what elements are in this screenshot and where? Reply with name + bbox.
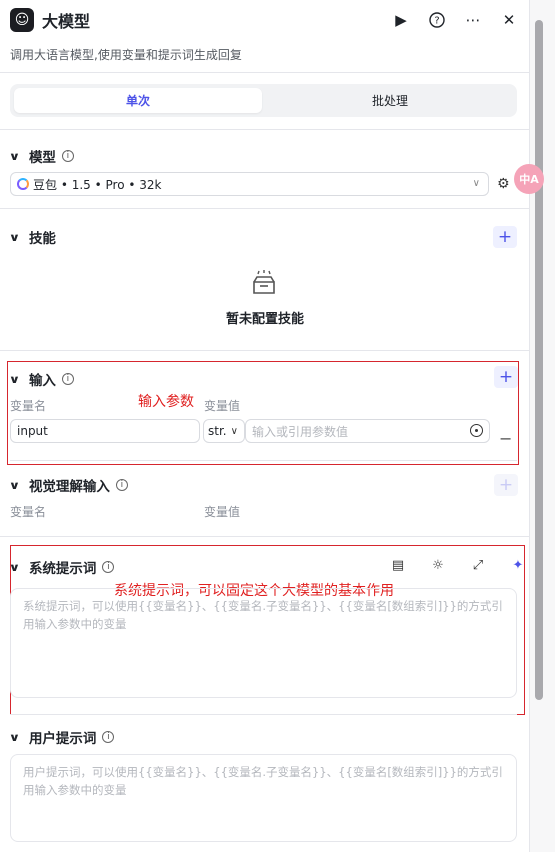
divider (10, 460, 517, 461)
section-title: 输入 (28, 373, 56, 389)
empty-box-icon (250, 270, 278, 296)
header-actions: ▶ ? ⋯ ✕ (392, 8, 518, 32)
model-select[interactable]: 豆包 • 1.5 • Pro • 32k ∨ (10, 172, 489, 196)
tab-single[interactable]: 单次 (14, 88, 262, 113)
column-header-value: 变量值 (204, 505, 241, 519)
page-title: 大模型 (42, 12, 91, 31)
divider (0, 208, 530, 209)
annotation-box-input (7, 361, 519, 465)
system-prompt-section-header[interactable]: ∨ 系统提示词 i (9, 557, 115, 577)
variable-name-input[interactable]: input (10, 419, 200, 443)
divider (0, 72, 530, 73)
node-description: 调用大语言模型,使用变量和提示词生成回复 (10, 48, 242, 62)
ai-optimize-icon[interactable]: ✦ (510, 557, 526, 573)
lightbulb-icon[interactable]: ☼ (430, 557, 446, 573)
prompt-toolbar: ▤ ☼ ⤢ ✦ (390, 557, 526, 573)
chevron-down-icon[interactable]: ∨ (9, 561, 21, 574)
vision-section-header[interactable]: ∨ 视觉理解输入 i (9, 475, 128, 495)
doubao-logo-icon (17, 178, 29, 190)
node-logo-icon: ☺ (10, 8, 34, 32)
section-title: 用户提示词 (28, 731, 97, 747)
section-title: 模型 (28, 150, 56, 166)
system-prompt-textarea[interactable]: 系统提示词，可以使用{{变量名}}、{{变量名.子变量名}}、{{变量名[数组索… (10, 588, 517, 698)
chevron-down-icon[interactable]: ∨ (9, 150, 21, 163)
variable-value-input[interactable]: 输入或引用参数值 (245, 419, 490, 443)
expand-icon[interactable]: ⤢ (470, 557, 486, 573)
divider (0, 129, 530, 130)
chevron-down-icon[interactable]: ∨ (9, 373, 21, 386)
chevron-down-icon: ∨ (230, 425, 238, 437)
info-icon[interactable]: i (61, 150, 74, 162)
divider (0, 350, 530, 351)
tab-batch[interactable]: 批处理 (266, 88, 514, 113)
info-icon[interactable]: i (115, 479, 128, 491)
section-title: 视觉理解输入 (28, 479, 110, 495)
add-skill-button[interactable]: + (493, 226, 517, 248)
section-title: 技能 (28, 231, 56, 247)
panel-header: ☺ 大模型 ▶ ? ⋯ ✕ (10, 8, 520, 32)
divider (0, 536, 530, 537)
run-icon[interactable]: ▶ (392, 11, 410, 29)
column-header-name: 变量名 (10, 505, 47, 519)
chevron-down-icon: ∨ (472, 178, 480, 189)
info-icon[interactable]: i (61, 373, 74, 385)
add-vision-input-button[interactable]: + (494, 474, 518, 496)
model-section-header[interactable]: ∨ 模型 i (9, 146, 74, 166)
skills-section-header[interactable]: ∨ 技能 (9, 227, 56, 248)
more-icon[interactable]: ⋯ (464, 11, 482, 29)
column-header-name: 变量名 (10, 399, 47, 413)
mode-tabs: 单次 批处理 (10, 84, 517, 117)
type-select-value: str. (208, 424, 227, 438)
gear-icon[interactable]: ⚙ (497, 176, 510, 192)
chevron-down-icon[interactable]: ∨ (9, 731, 21, 744)
section-title: 系统提示词 (28, 561, 97, 577)
input-section-header[interactable]: ∨ 输入 i (9, 369, 74, 389)
info-icon[interactable]: i (102, 561, 115, 573)
type-select[interactable]: str. ∨ (203, 419, 245, 443)
info-icon[interactable]: i (102, 731, 115, 743)
close-icon[interactable]: ✕ (500, 11, 518, 29)
annotation-input-params: 输入参数 (138, 394, 194, 410)
reference-variable-icon[interactable] (470, 424, 483, 437)
user-prompt-section-header[interactable]: ∨ 用户提示词 i (9, 727, 115, 747)
chevron-down-icon[interactable]: ∨ (9, 479, 21, 492)
model-selected-value: 豆包 • 1.5 • Pro • 32k (33, 177, 162, 192)
remove-row-button[interactable]: − (499, 429, 512, 448)
divider (10, 714, 517, 715)
svg-text:?: ? (434, 16, 439, 27)
prompt-library-icon[interactable]: ▤ (390, 557, 406, 573)
help-icon[interactable]: ? (428, 11, 446, 29)
user-prompt-textarea[interactable]: 用户提示词，可以使用{{变量名}}、{{变量名.子变量名}}、{{变量名[数组索… (10, 754, 517, 842)
skills-empty-text: 暂未配置技能 (225, 312, 304, 327)
add-input-button[interactable]: + (494, 366, 518, 388)
scrollbar-thumb[interactable] (535, 20, 543, 700)
translate-float-button[interactable]: 中A (514, 164, 544, 194)
chevron-down-icon[interactable]: ∨ (9, 231, 21, 244)
column-header-value: 变量值 (204, 399, 241, 413)
